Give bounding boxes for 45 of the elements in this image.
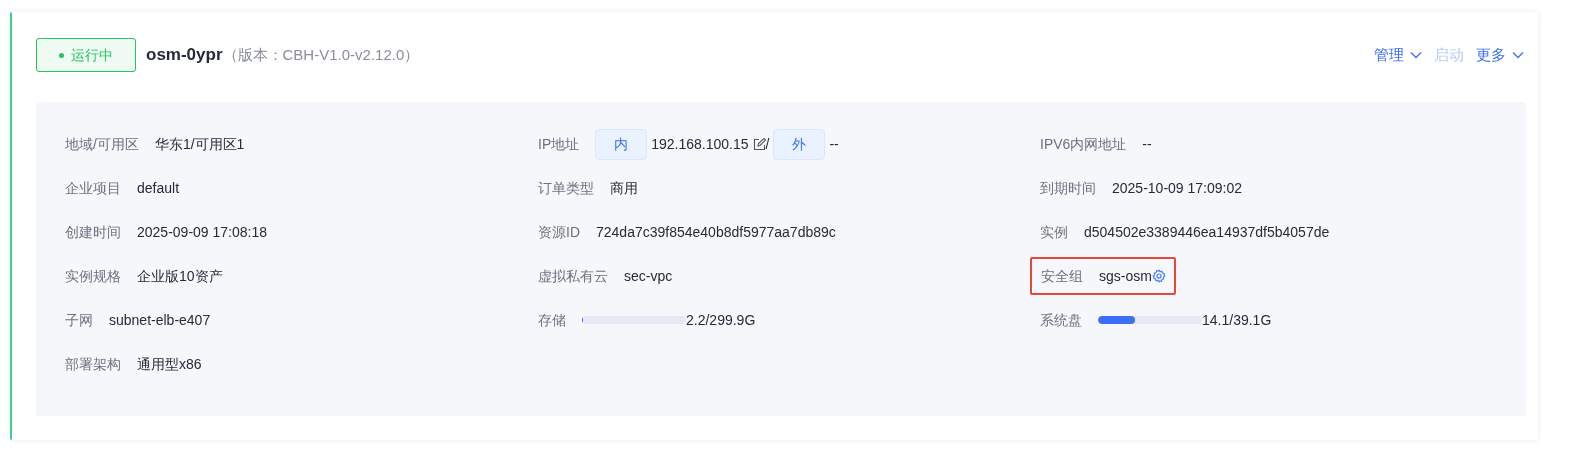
outer-tag: 外 [773,128,826,160]
separator: / [765,134,770,154]
field-value: 华东1/可用区1 [154,134,245,154]
field-label: 地域/可用区 [65,134,139,154]
field-label: IPV6内网地址 [1040,134,1127,154]
gear-icon[interactable] [1151,269,1166,283]
field-value: 2.2/299.9G [686,310,756,330]
field-value: 2025-10-09 17:09:02 [1112,178,1242,198]
action-menu[interactable]: 管理 [1374,43,1422,67]
field-value: 2025-09-09 17:08:18 [137,222,267,242]
field-value: 724da7c39f854e40b8df5977aa7db89c [596,222,836,242]
field-label: 实例 [1040,222,1068,242]
field-label: 安全组 [1041,266,1083,286]
field-label: 部署架构 [65,354,121,374]
field-value: -- [1142,134,1152,154]
action-menu[interactable]: 更多 [1476,43,1524,67]
field-value: sec-vpc [624,266,673,286]
field-label: 存储 [538,310,566,330]
chevron-down-icon [1410,51,1422,59]
instance-name: osm-0ypr [146,44,223,67]
field-label: 订单类型 [538,178,594,198]
field-label: 子网 [65,310,93,330]
status-badge: 运行中 [36,38,136,72]
version-text: （版本：CBH-V1.0-v2.12.0） [222,44,420,65]
field-value: subnet-elb-e407 [109,310,211,330]
field-value: -- [829,134,839,154]
chevron-down-icon [1512,51,1524,59]
field-value: d504502e3389446ea14937df5b4057de [1084,222,1330,242]
field-label: 到期时间 [1040,178,1096,198]
edit-icon[interactable] [752,137,766,151]
field-label: 创建时间 [65,222,121,242]
field-value: default [137,178,180,198]
field-value: 14.1/39.1G [1202,310,1272,330]
field-value: 192.168.100.15 [651,134,749,154]
field-value: 企业版10资产 [137,266,223,286]
field-value: 商用 [610,178,638,198]
field-label: 实例规格 [65,266,121,286]
field-label: 企业项目 [65,178,121,198]
field-label: 资源ID [538,222,580,242]
inner-tag: 内 [595,128,648,160]
field-label: 虚拟私有云 [538,266,608,286]
field-label: 系统盘 [1040,310,1082,330]
field-label: IP地址 [538,134,580,154]
field-value: sgs-osm [1099,266,1152,286]
field-value: 通用型x86 [137,354,202,374]
